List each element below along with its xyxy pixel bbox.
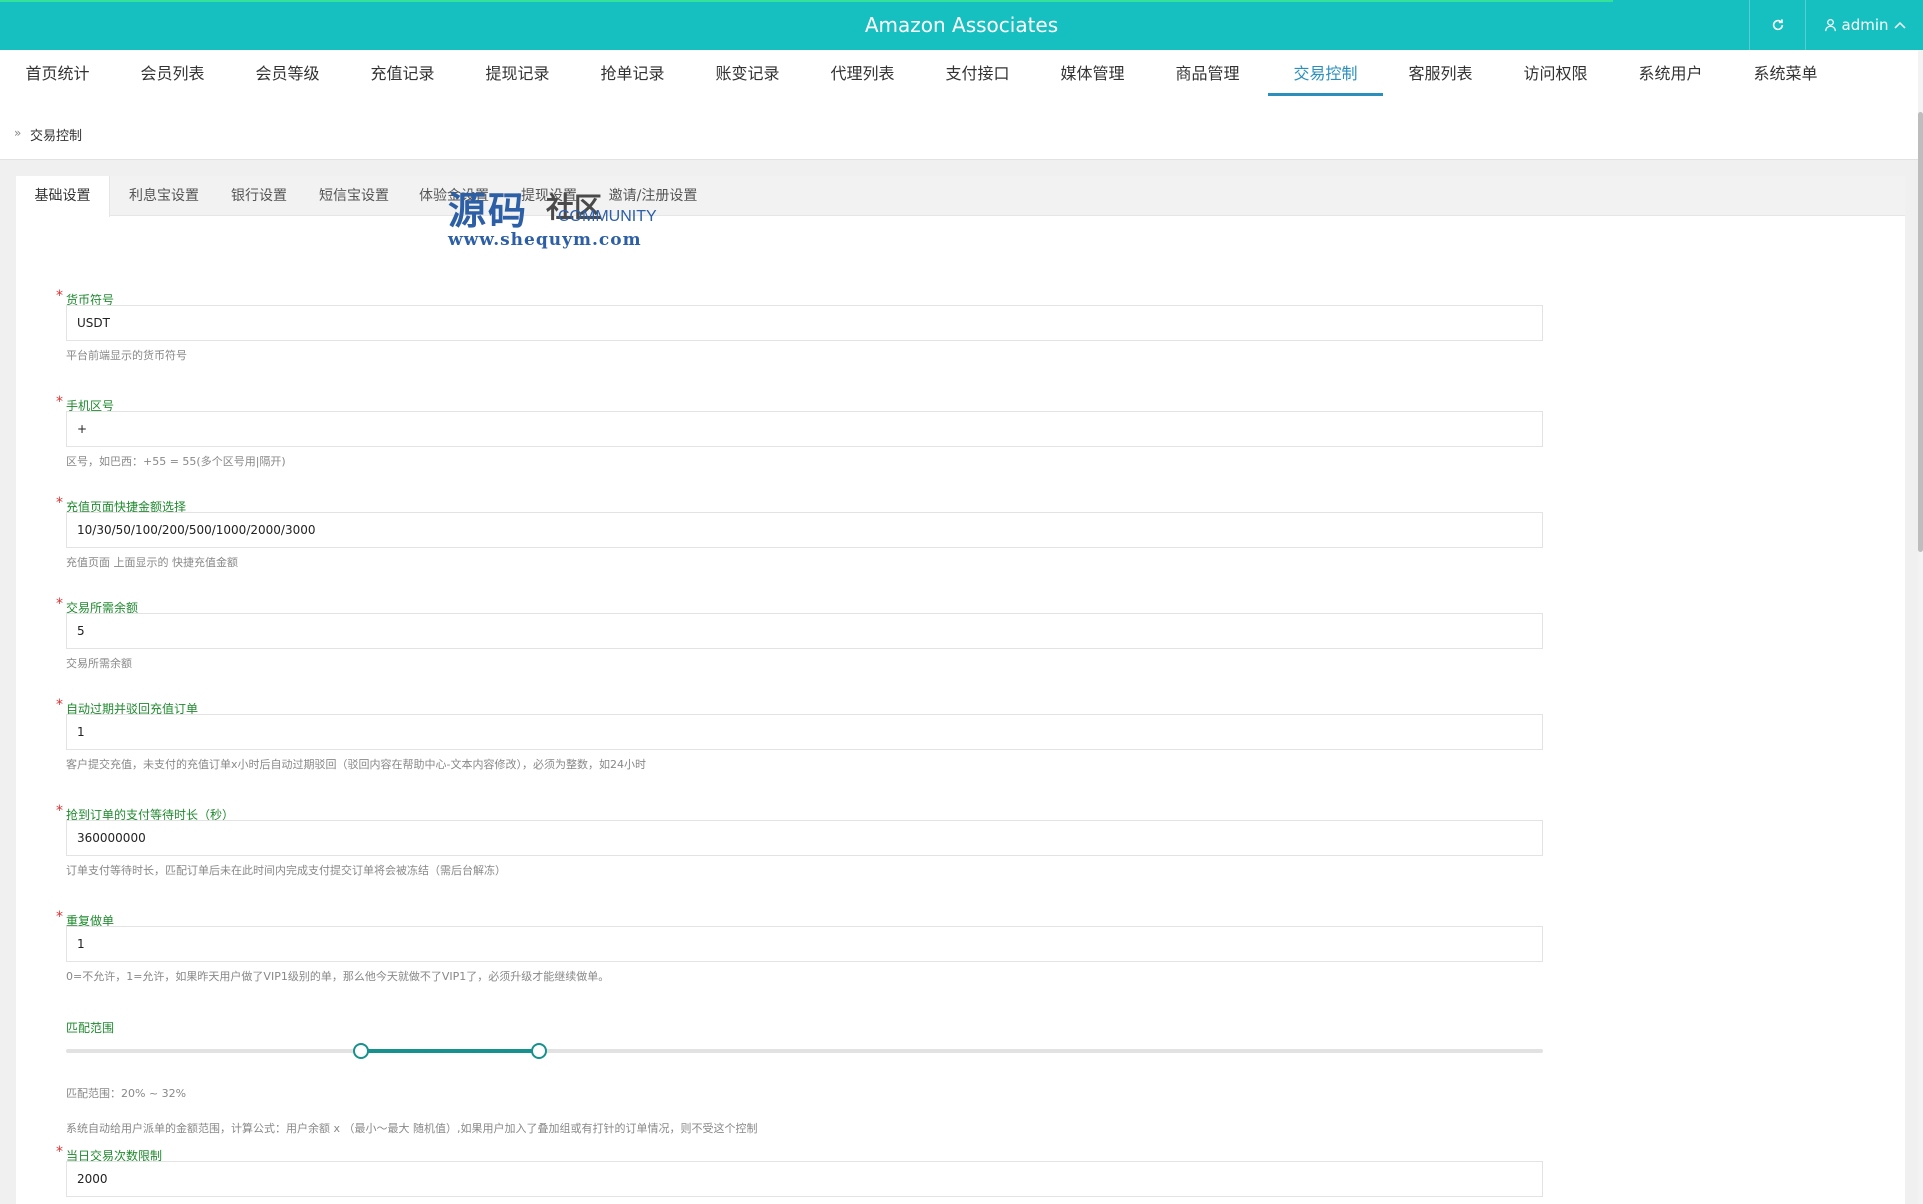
pay-wait-help: 订单支付等待时长，匹配订单后未在此时间内完成支付提交订单将会被冻结（需后台解冻） <box>66 864 506 877</box>
currency-help: 平台前端显示的货币符号 <box>66 349 187 362</box>
scrollbar-thumb[interactable] <box>1918 112 1923 552</box>
area-code-help: 区号，如巴西：+55 = 55(多个区号用|隔开) <box>66 455 286 468</box>
refresh-button[interactable] <box>1749 0 1805 50</box>
min-balance-input[interactable] <box>66 613 1543 649</box>
nav-item-home-stats[interactable]: 首页统计 <box>0 50 115 98</box>
double-chevron-right-icon: » <box>14 126 22 140</box>
nav-item-trade-control[interactable]: 交易控制 <box>1268 50 1383 98</box>
match-range-fill <box>361 1049 539 1053</box>
pay-wait-input[interactable] <box>66 820 1543 856</box>
nav-item-recharge-records[interactable]: 充值记录 <box>345 50 460 98</box>
nav-item-account-changes[interactable]: 账变记录 <box>690 50 805 98</box>
repeat-order-help: 0=不允许，1=允许，如果昨天用户做了VIP1级别的单，那么他今天就做不了VIP… <box>66 970 610 983</box>
match-range-label: 匹配范围 <box>66 1021 115 1035</box>
nav-item-access-rights[interactable]: 访问权限 <box>1498 50 1613 98</box>
user-name: admin <box>1841 16 1889 34</box>
match-range-slider[interactable] <box>66 1043 1543 1059</box>
top-bar: Amazon Associates admin <box>0 0 1923 50</box>
nav-item-payment-api[interactable]: 支付接口 <box>920 50 1035 98</box>
nav-item-member-levels[interactable]: 会员等级 <box>230 50 345 98</box>
tab-withdraw-settings[interactable]: 提现设置 <box>504 176 594 216</box>
tab-bank-settings[interactable]: 银行设置 <box>214 176 304 216</box>
repeat-order-input[interactable] <box>66 926 1543 962</box>
quick-amounts-input[interactable] <box>66 512 1543 548</box>
user-menu[interactable]: admin <box>1805 0 1923 50</box>
tab-sms-settings[interactable]: 短信宝设置 <box>304 176 404 216</box>
watermark-url: www.shequym.com <box>448 230 642 250</box>
tab-invite-register-settings[interactable]: 邀请/注册设置 <box>594 176 712 216</box>
nav-item-withdraw-records[interactable]: 提现记录 <box>460 50 575 98</box>
nav-item-agents[interactable]: 代理列表 <box>805 50 920 98</box>
auto-expire-input[interactable] <box>66 714 1543 750</box>
required-mark: * <box>56 1144 63 1160</box>
required-mark: * <box>56 596 63 612</box>
required-mark: * <box>56 495 63 511</box>
user-icon <box>1824 18 1836 32</box>
match-range-max-handle[interactable] <box>530 1043 547 1059</box>
nav-item-system-menu[interactable]: 系统菜单 <box>1728 50 1843 98</box>
match-range-help: 系统自动给用户派单的金额范围，计算公式：用户余额 x （最小～最大 随机值）,如… <box>66 1122 758 1135</box>
required-mark: * <box>56 394 63 410</box>
page-scrollbar[interactable] <box>1918 50 1923 1204</box>
main-nav: 首页统计 会员列表 会员等级 充值记录 提现记录 抢单记录 账变记录 代理列表 … <box>0 50 1918 98</box>
tab-trial-fund-settings[interactable]: 体验金设置 <box>404 176 504 216</box>
match-range-min-handle[interactable] <box>353 1043 370 1059</box>
required-mark: * <box>56 803 63 819</box>
app-title: Amazon Associates <box>864 13 1059 37</box>
nav-item-media[interactable]: 媒体管理 <box>1035 50 1150 98</box>
currency-input[interactable] <box>66 305 1543 341</box>
settings-tabs: 基础设置 利息宝设置 银行设置 短信宝设置 体验金设置 提现设置 邀请/注册设置… <box>16 176 1905 250</box>
tab-basic-settings[interactable]: 基础设置 <box>16 176 110 217</box>
nav-item-grab-records[interactable]: 抢单记录 <box>575 50 690 98</box>
breadcrumb: » 交易控制 <box>0 98 1918 160</box>
required-mark: * <box>56 909 63 925</box>
nav-item-system-users[interactable]: 系统用户 <box>1613 50 1728 98</box>
daily-limit-input[interactable] <box>66 1161 1543 1197</box>
nav-item-products[interactable]: 商品管理 <box>1150 50 1265 98</box>
breadcrumb-current: 交易控制 <box>30 129 83 144</box>
area-code-input[interactable] <box>66 411 1543 447</box>
settings-panel: 基础设置 利息宝设置 银行设置 短信宝设置 体验金设置 提现设置 邀请/注册设置… <box>16 176 1905 1204</box>
refresh-icon <box>1772 19 1783 31</box>
auto-expire-help: 客户提交充值，未支付的充值订单x小时后自动过期驳回（驳回内容在帮助中心-文本内容… <box>66 758 646 771</box>
tab-interest-settings[interactable]: 利息宝设置 <box>114 176 214 216</box>
chevron-up-icon <box>1893 21 1906 29</box>
required-mark: * <box>56 288 63 304</box>
quick-amounts-help: 充值页面 上面显示的 快捷充值金额 <box>66 556 238 569</box>
nav-item-members[interactable]: 会员列表 <box>115 50 230 98</box>
required-mark: * <box>56 697 63 713</box>
match-range-value-text: 匹配范围：20% ~ 32% <box>66 1087 187 1100</box>
nav-item-customer-service[interactable]: 客服列表 <box>1383 50 1498 98</box>
min-balance-help: 交易所需余额 <box>66 657 132 670</box>
